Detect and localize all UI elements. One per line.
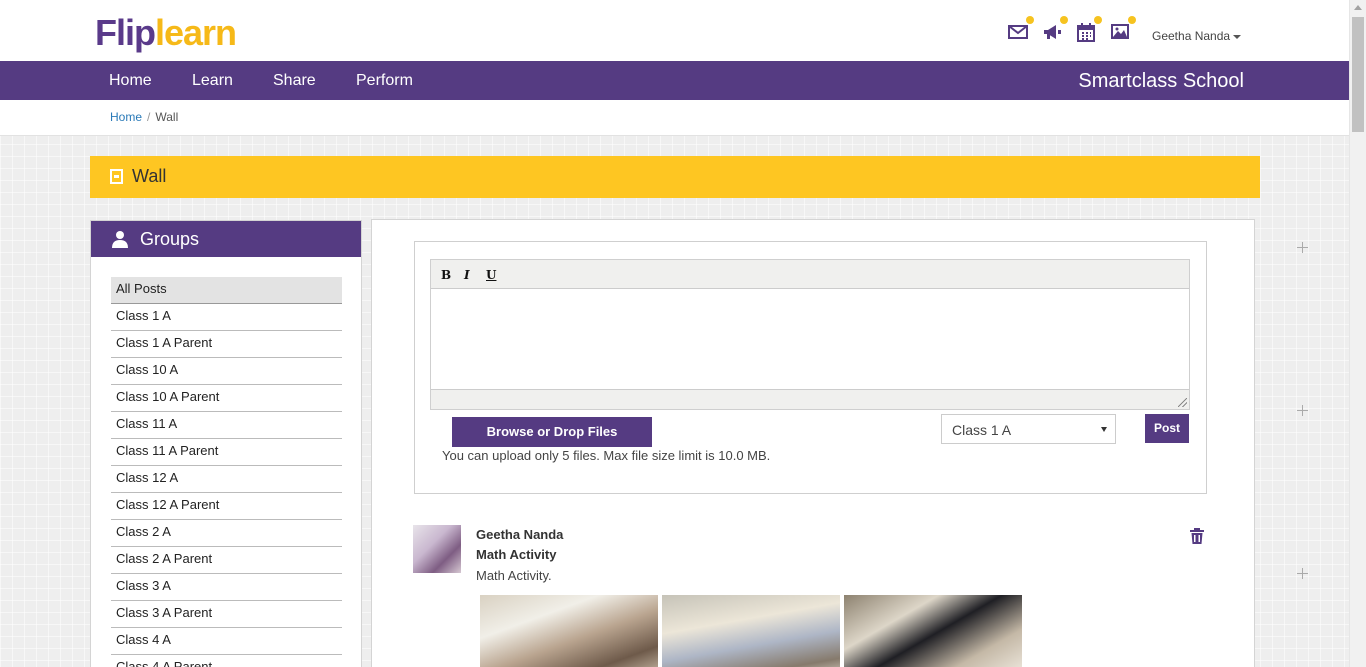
groups-title: Groups xyxy=(140,229,200,249)
rich-text-editor: B I U xyxy=(430,259,1190,410)
school-name: Smartclass School xyxy=(1078,70,1244,92)
group-list: All Posts Class 1 A Class 1 A Parent Cla… xyxy=(111,277,342,667)
mail-notification-dot xyxy=(1026,16,1034,24)
breadcrumb-separator: / xyxy=(147,110,151,124)
group-item-all-posts[interactable]: All Posts xyxy=(111,277,342,304)
bold-button[interactable]: B xyxy=(441,268,451,282)
group-item[interactable]: Class 1 A Parent xyxy=(111,331,342,358)
group-item[interactable]: Class 12 A xyxy=(111,466,342,493)
nav-learn[interactable]: Learn xyxy=(192,72,233,90)
breadcrumb-current: Wall xyxy=(155,110,179,124)
underline-button[interactable]: U xyxy=(486,268,496,282)
scrollbar-thumb[interactable] xyxy=(1352,17,1364,132)
post-text: Math Activity. xyxy=(476,568,552,583)
logo-part-flip: Flip xyxy=(95,12,156,53)
top-bar: Fliplearn Geetha Nanda xyxy=(0,0,1349,61)
post-button[interactable]: Post xyxy=(1145,414,1189,443)
group-item[interactable]: Class 4 A Parent xyxy=(111,655,342,667)
group-item[interactable]: Class 2 A xyxy=(111,520,342,547)
user-name: Geetha Nanda xyxy=(1152,29,1231,43)
resize-handle-icon[interactable] xyxy=(1178,398,1187,407)
group-item[interactable]: Class 10 A xyxy=(111,358,342,385)
post-image-thumbnail[interactable] xyxy=(480,595,658,667)
breadcrumb: Home / Wall xyxy=(110,110,178,124)
editor-status-bar xyxy=(431,389,1189,409)
mail-icon[interactable] xyxy=(1008,16,1034,42)
user-icon xyxy=(112,231,128,248)
decorative-plus-icon xyxy=(1297,242,1308,253)
groups-panel: Groups All Posts Class 1 A Class 1 A Par… xyxy=(90,220,362,667)
class-select-value: Class 1 A xyxy=(952,422,1012,438)
fliplearn-logo[interactable]: Fliplearn xyxy=(95,12,237,53)
nav-home[interactable]: Home xyxy=(109,72,152,90)
calendar-icon[interactable] xyxy=(1076,16,1102,42)
group-item[interactable]: Class 11 A Parent xyxy=(111,439,342,466)
post-image-thumbnail[interactable] xyxy=(662,595,840,667)
groups-header: Groups xyxy=(91,221,361,257)
group-item[interactable]: Class 3 A xyxy=(111,574,342,601)
group-item[interactable]: Class 3 A Parent xyxy=(111,601,342,628)
gallery-notification-dot xyxy=(1128,16,1136,24)
megaphone-icon[interactable] xyxy=(1042,16,1068,42)
trash-icon[interactable] xyxy=(1190,528,1204,544)
user-menu[interactable]: Geetha Nanda xyxy=(1152,29,1242,43)
select-arrow-icon xyxy=(1101,427,1107,432)
wall-icon xyxy=(110,169,123,184)
browse-files-button[interactable]: Browse or Drop Files xyxy=(452,417,652,447)
post-title: Math Activity xyxy=(476,547,557,562)
breadcrumb-bar: Home / Wall xyxy=(0,100,1349,136)
decorative-plus-icon xyxy=(1297,405,1308,416)
post-composer: B I U Browse or Drop Files You can uploa… xyxy=(414,241,1207,494)
calendar-notification-dot xyxy=(1094,16,1102,24)
breadcrumb-home-link[interactable]: Home xyxy=(110,110,142,124)
post-author[interactable]: Geetha Nanda xyxy=(476,527,563,542)
page-scrollbar[interactable] xyxy=(1349,0,1366,667)
scroll-up-arrow-icon[interactable] xyxy=(1354,5,1362,10)
nav-share[interactable]: Share xyxy=(273,72,316,90)
group-item[interactable]: Class 12 A Parent xyxy=(111,493,342,520)
italic-button[interactable]: I xyxy=(464,268,470,282)
group-item[interactable]: Class 1 A xyxy=(111,304,342,331)
decorative-plus-icon xyxy=(1297,568,1308,579)
avatar[interactable] xyxy=(413,525,461,573)
caret-down-icon xyxy=(1233,34,1242,39)
editor-toolbar: B I U xyxy=(431,260,1189,289)
group-item[interactable]: Class 11 A xyxy=(111,412,342,439)
nav-perform[interactable]: Perform xyxy=(356,72,413,90)
group-item[interactable]: Class 10 A Parent xyxy=(111,385,342,412)
post-text-area[interactable] xyxy=(431,289,1189,389)
post-image-thumbnail[interactable] xyxy=(844,595,1022,667)
megaphone-notification-dot xyxy=(1060,16,1068,24)
class-select[interactable]: Class 1 A xyxy=(941,414,1116,444)
wall-main-panel: B I U Browse or Drop Files You can uploa… xyxy=(371,219,1255,667)
group-item[interactable]: Class 2 A Parent xyxy=(111,547,342,574)
gallery-icon[interactable] xyxy=(1110,16,1136,42)
upload-limit-note: You can upload only 5 files. Max file si… xyxy=(442,448,771,463)
logo-part-learn: learn xyxy=(154,12,237,53)
wall-banner: Wall xyxy=(90,156,1260,198)
page-title: Wall xyxy=(132,166,167,186)
group-item[interactable]: Class 4 A xyxy=(111,628,342,655)
header-icons xyxy=(1008,16,1136,42)
main-navbar: Home Learn Share Perform Smartclass Scho… xyxy=(0,61,1349,100)
